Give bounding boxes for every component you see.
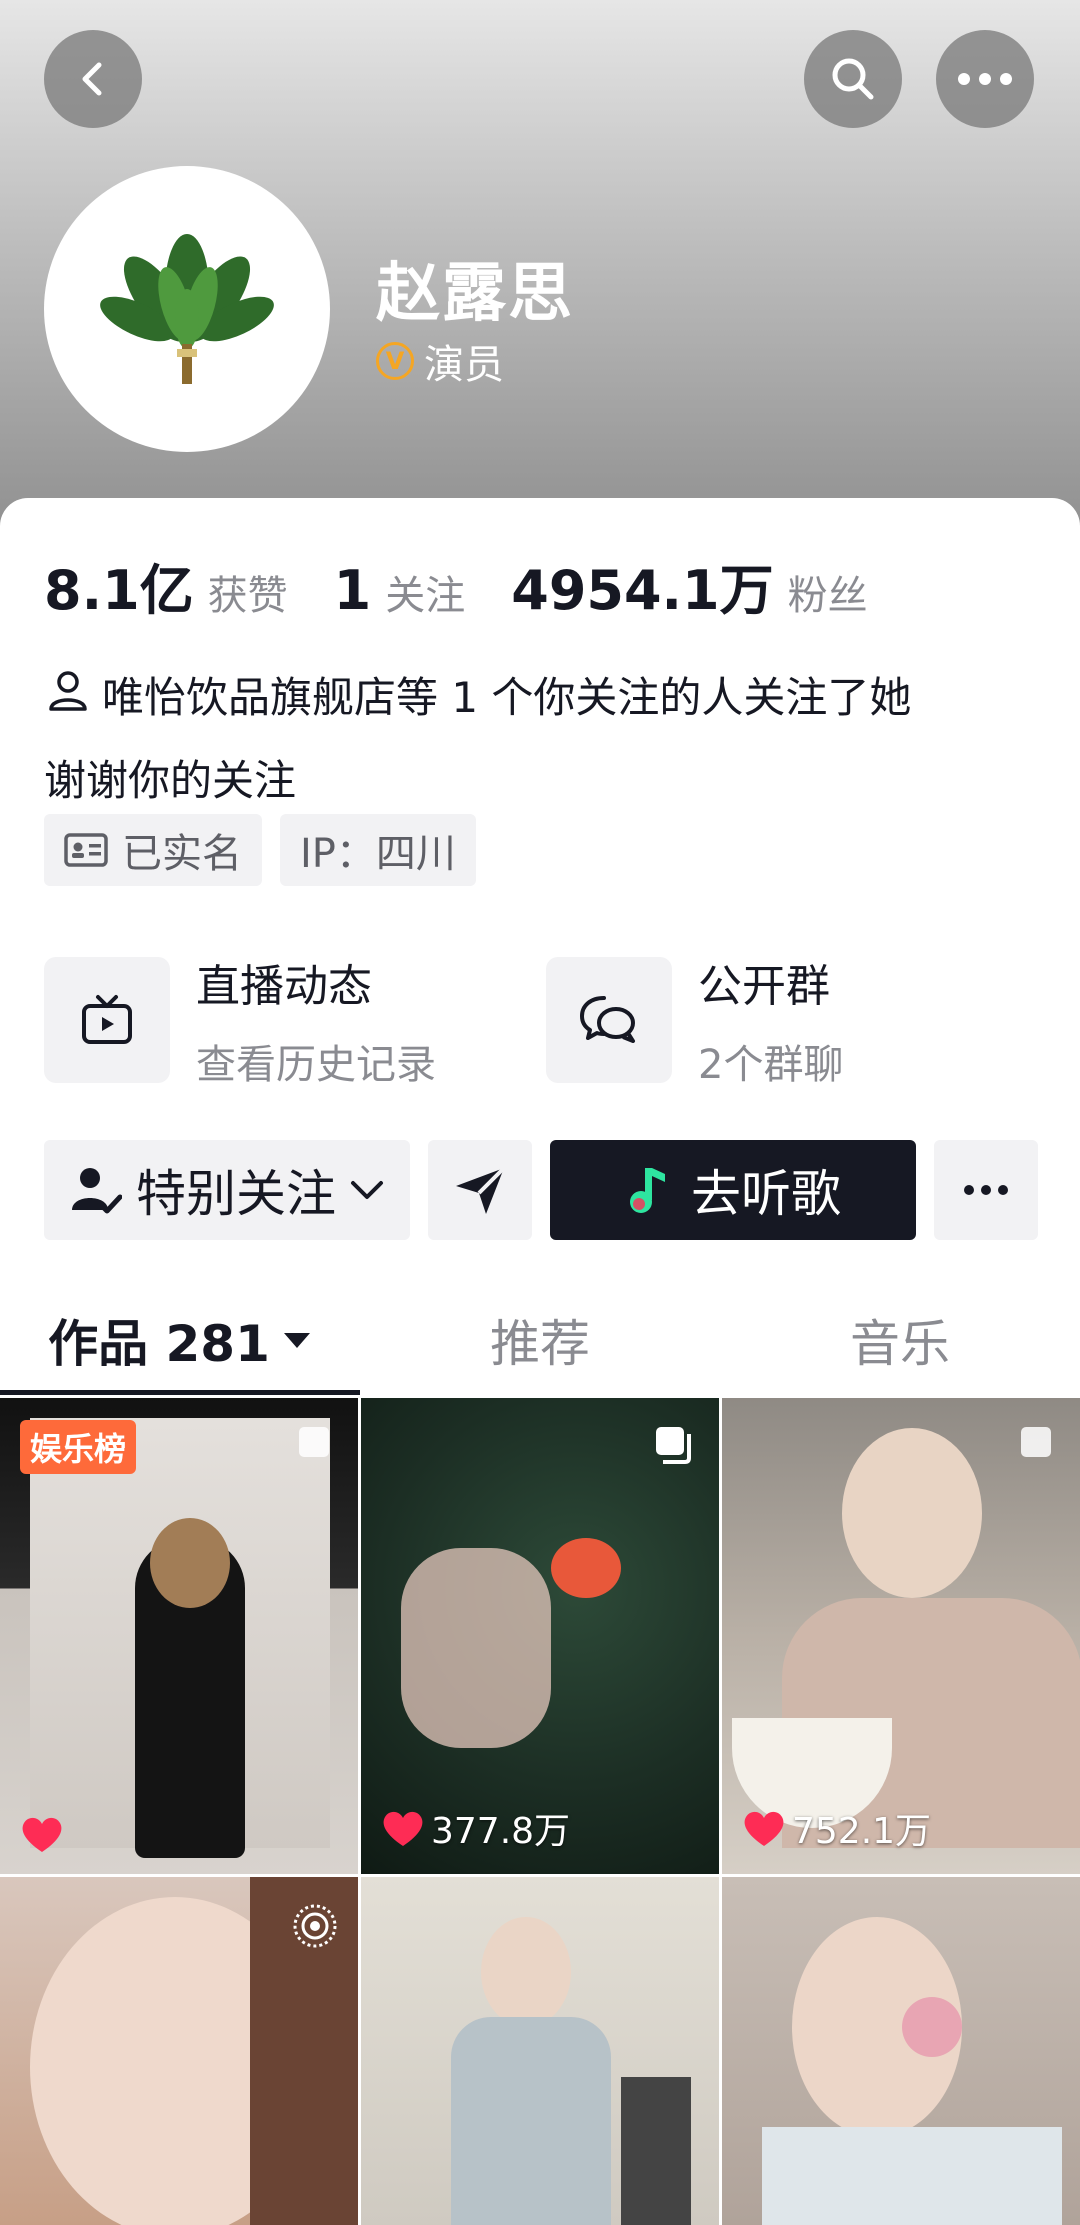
special-follow-label: 特别关注 [136,1165,336,1223]
music-note-icon [630,1168,665,1213]
chevron-down-icon [351,1181,383,1199]
video-thumb-4[interactable] [0,1877,358,2225]
video-1-hair [150,1518,230,1608]
video-thumb-5[interactable] [361,1877,719,2225]
listen-music-label: 去听歌 [691,1165,841,1223]
following-count[interactable]: 1 [334,559,372,622]
tab-music-label: 音乐 [850,1315,950,1373]
verify-title: 演员 [424,342,504,388]
bio-text: 谢谢你的关注 [44,755,297,805]
mutual-follow-text[interactable]: 唯怡饮品旗舰店等 1 个你关注的人关注了她 [102,673,911,722]
tab-recommend[interactable]: 推荐 [360,1284,720,1396]
followers-count[interactable]: 4954.1万 [511,546,773,625]
user-check-icon [72,1168,122,1214]
video-1-like [20,1814,64,1854]
send-arrow-icon [456,1166,506,1214]
more-horizontal-icon [964,1185,1008,1195]
video-5-face [481,1917,571,2027]
listen-music-button[interactable]: 去听歌 [550,1140,916,1240]
video-thumb-6[interactable] [722,1877,1080,2225]
tag-row: 已实名 IP：四川 [44,814,476,886]
video-2-like: 377.8万 [381,1802,570,1854]
heart-icon [22,1817,62,1852]
verification-row: V 演员 [376,332,504,390]
video-2-flower [551,1538,621,1598]
content-tabs: 作品 281 推荐 音乐 [0,1284,1080,1396]
video-3-face [842,1428,982,1598]
person-icon [44,661,92,741]
search-icon [832,58,874,100]
chat-bubbles-icon [546,957,672,1083]
likes-count: 8.1亿 [44,559,194,622]
id-card-icon [64,833,108,867]
tab-works-label: 作品 281 [48,1315,270,1373]
likes-label: 获赞 [207,573,288,619]
more-dots-icon [958,73,1012,85]
avatar[interactable] [44,166,330,452]
group-subtitle: 2个群聊 [698,1042,844,1088]
followers-label[interactable]: 粉丝 [788,563,868,621]
following-label[interactable]: 关注 [385,563,465,621]
caret-down-icon [283,1333,310,1348]
video-5-chair [621,2077,691,2225]
active-tab-indicator [0,1390,360,1395]
video-thumb-3[interactable]: 752.1万 [722,1398,1080,1874]
mutual-follow-block: 唯怡饮品旗舰店等 1 个你关注的人关注了她 谢谢你的关注 [44,658,1034,821]
multi-image-icon [1018,1424,1058,1468]
tv-icon [44,957,170,1083]
ip-label: IP：四川 [300,831,456,877]
video-2-hand [401,1548,551,1748]
video-3-like: 752.1万 [742,1802,931,1854]
multi-image-icon [296,1424,336,1468]
video-3-like-count: 752.1万 [792,1811,932,1852]
multi-image-icon [653,1424,697,1472]
v-badge-icon: V [376,342,414,380]
heart-icon [744,1811,784,1846]
video-rank-badge: 娱乐榜 [20,1420,137,1474]
search-button[interactable] [804,30,902,128]
back-button[interactable] [44,30,142,128]
more-button[interactable] [936,30,1034,128]
heart-icon [383,1811,423,1846]
video-6-rose [902,1997,962,2057]
tab-works[interactable]: 作品 281 [0,1284,360,1396]
share-button[interactable] [428,1140,532,1240]
ip-tag: IP：四川 [280,814,476,886]
back-arrow-icon [82,62,102,96]
video-thumb-2[interactable]: 377.8万 [361,1398,719,1874]
live-history-entry[interactable]: 直播动态 查看历史记录 [44,950,436,1090]
video-2-like-count: 377.8万 [431,1811,571,1852]
tab-recommend-label: 推荐 [490,1315,590,1373]
live-ring-icon [290,1901,340,1955]
live-title: 直播动态 [196,961,372,1012]
public-group-entry[interactable]: 公开群 2个群聊 [546,950,843,1090]
profile-header: 赵露思 V 演员 [0,0,1080,540]
live-subtitle: 查看历史记录 [196,1042,436,1088]
stats-row: 8.1亿 获赞 1 关注 4954.1万 粉丝 [44,546,914,625]
video-6-shirt [762,2127,1062,2225]
video-thumb-1[interactable]: 娱乐榜 [0,1398,358,1874]
profile-name: 赵露思 [376,257,574,331]
group-title: 公开群 [698,961,830,1012]
avatar-leaves-image [100,234,274,384]
more-actions-button[interactable] [934,1140,1038,1240]
verified-tag: 已实名 [44,814,262,886]
special-follow-button[interactable]: 特别关注 [44,1140,410,1240]
verified-label: 已实名 [122,831,242,877]
video-5-body [451,2017,611,2225]
tab-music[interactable]: 音乐 [720,1284,1080,1396]
